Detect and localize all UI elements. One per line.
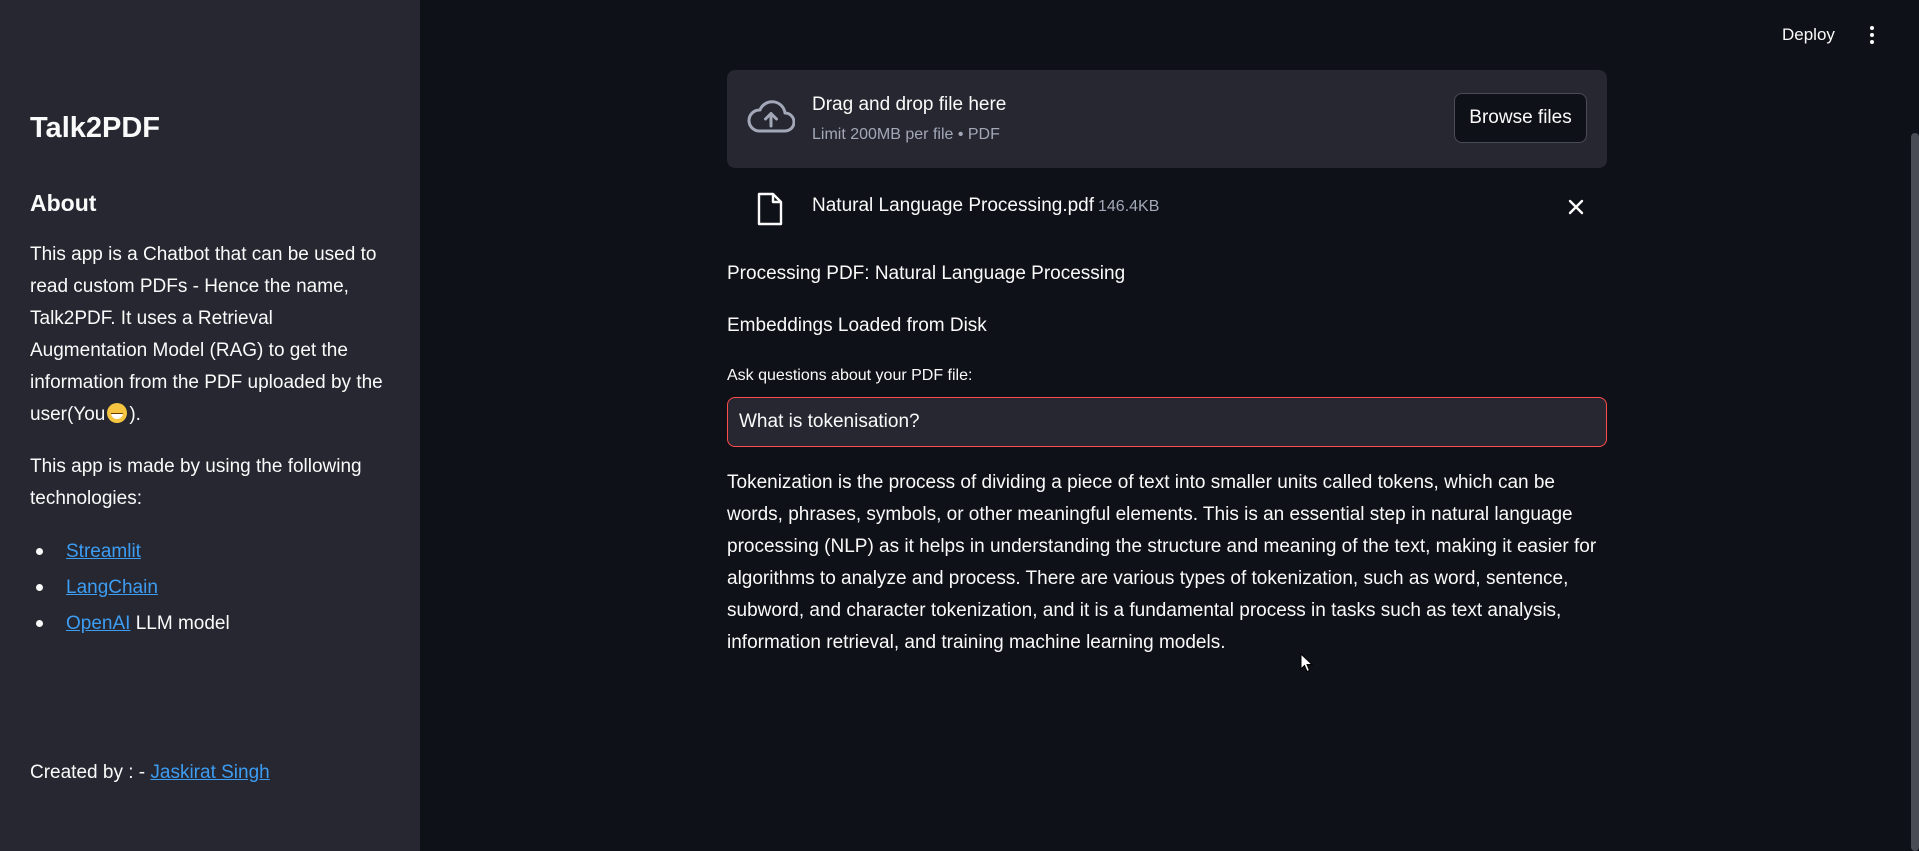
close-icon[interactable] — [1567, 198, 1585, 216]
author-link[interactable]: Jaskirat Singh — [150, 762, 269, 783]
app-title: Talk2PDF — [30, 112, 161, 144]
sidebar: Talk2PDF About This app is a Chatbot tha… — [0, 0, 420, 851]
tech-list: Streamlit LangChain OpenAI LLM model — [30, 534, 230, 642]
processing-status: Processing PDF: Natural Language Process… — [727, 263, 1126, 284]
langchain-link[interactable]: LangChain — [66, 577, 158, 598]
tech-item-openai: OpenAI LLM model — [30, 606, 230, 642]
cloud-upload-icon — [747, 100, 795, 133]
tech-item-streamlit: Streamlit — [30, 534, 230, 570]
file-icon — [757, 192, 783, 226]
about-text-main: This app is a Chatbot that can be used t… — [30, 244, 383, 425]
streamlit-link[interactable]: Streamlit — [66, 541, 141, 562]
about-text: This app is a Chatbot that can be used t… — [30, 239, 392, 431]
mouse-cursor-icon — [1300, 653, 1314, 673]
answer-text: Tokenization is the process of dividing … — [727, 472, 1597, 653]
question-input[interactable] — [727, 397, 1607, 447]
more-vertical-icon[interactable] — [1862, 24, 1882, 46]
about-text-end: ). — [129, 404, 141, 425]
dropzone-limit: Limit 200MB per file • PDF — [812, 126, 1000, 143]
grinning-face-icon — [107, 403, 128, 423]
about-heading: About — [30, 190, 97, 216]
dropzone-title: Drag and drop file here — [812, 94, 1007, 115]
openai-link[interactable]: OpenAI — [66, 613, 130, 634]
tech-item-langchain: LangChain — [30, 570, 230, 606]
question-label: Ask questions about your PDF file: — [727, 367, 973, 384]
created-by-label: Created by : - — [30, 762, 151, 783]
file-size: 146.4KB — [1098, 198, 1160, 215]
uploaded-file-row: Natural Language Processing.pdf 146.4KB — [727, 186, 1607, 230]
openai-suffix: LLM model — [130, 613, 230, 634]
file-dropzone[interactable]: Drag and drop file here Limit 200MB per … — [727, 70, 1607, 168]
deploy-button[interactable]: Deploy — [1776, 23, 1841, 47]
created-by: Created by : - Jaskirat Singh — [30, 762, 270, 784]
embeddings-status: Embeddings Loaded from Disk — [727, 315, 987, 336]
tech-intro: This app is made by using the following … — [30, 456, 362, 509]
scrollbar[interactable] — [1911, 133, 1919, 851]
file-name: Natural Language Processing.pdf — [812, 195, 1095, 216]
browse-files-button[interactable]: Browse files — [1454, 93, 1587, 143]
